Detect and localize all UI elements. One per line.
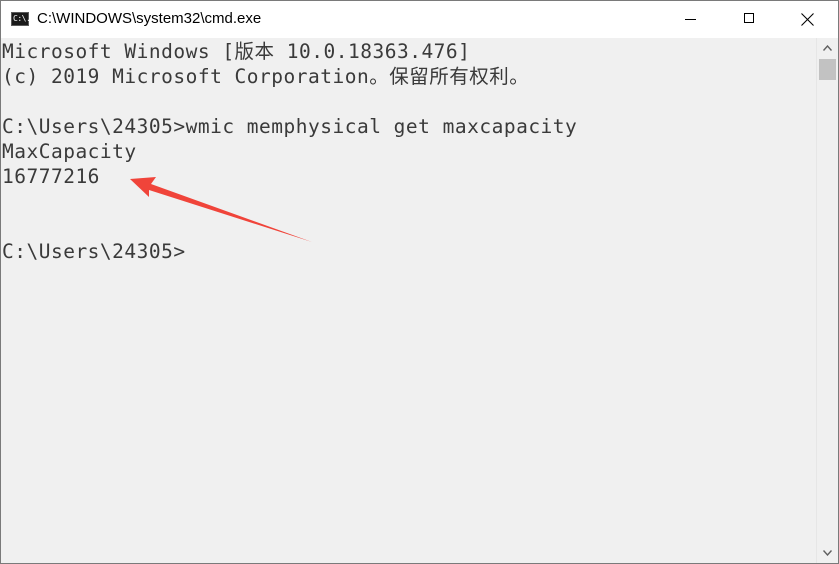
chevron-up-icon bbox=[823, 45, 832, 51]
scroll-down-button[interactable] bbox=[817, 543, 838, 563]
chevron-down-icon bbox=[823, 550, 832, 556]
minimize-icon bbox=[685, 19, 696, 20]
maximize-button[interactable] bbox=[727, 1, 773, 38]
cmd-app-icon[interactable]: C:\. bbox=[11, 12, 31, 26]
console-window: C:\. C:\WINDOWS\system32\cmd.exe Microso… bbox=[0, 0, 839, 564]
console-line-copyright: (c) 2019 Microsoft Corporation。保留所有权利。 bbox=[2, 65, 530, 88]
close-button[interactable] bbox=[785, 1, 831, 38]
scroll-up-button[interactable] bbox=[817, 38, 838, 58]
console-line-version: Microsoft Windows [版本 10.0.18363.476] bbox=[2, 40, 471, 63]
scroll-thumb[interactable] bbox=[819, 59, 836, 80]
vertical-scrollbar[interactable] bbox=[816, 38, 838, 563]
console-line-column-header: MaxCapacity bbox=[2, 140, 137, 163]
console-output-area[interactable]: Microsoft Windows [版本 10.0.18363.476] (c… bbox=[1, 38, 816, 563]
title-bar[interactable]: C:\. C:\WINDOWS\system32\cmd.exe bbox=[1, 1, 838, 38]
app-icon-label: C:\. bbox=[13, 14, 31, 23]
minimize-button[interactable] bbox=[669, 1, 715, 38]
console-line-prompt: C:\Users\24305> bbox=[2, 240, 186, 263]
window-title: C:\WINDOWS\system32\cmd.exe bbox=[37, 10, 262, 27]
maximize-icon bbox=[744, 13, 754, 23]
close-icon bbox=[801, 13, 814, 26]
console-line-command: C:\Users\24305>wmic memphysical get maxc… bbox=[2, 115, 578, 138]
console-line-result-value: 16777216 bbox=[2, 165, 100, 188]
